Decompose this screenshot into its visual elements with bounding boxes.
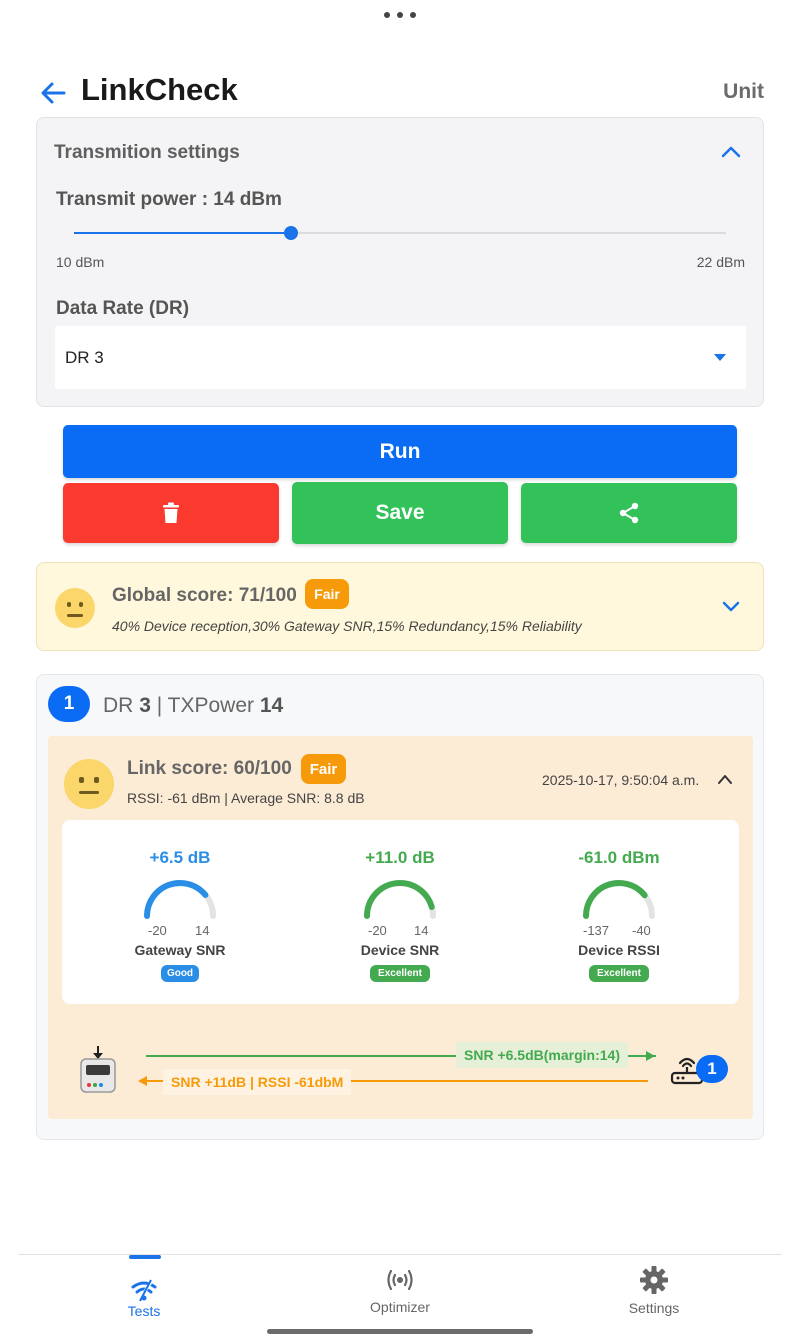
neutral-face-icon [64, 759, 114, 809]
txpower-prefix: TXPower [167, 694, 255, 717]
gauge-max-label: -40 [632, 923, 651, 938]
gauge-value-arc [144, 880, 209, 919]
transmit-power-label: Transmit power : 14 dBm [56, 189, 282, 210]
transmit-power-slider[interactable] [74, 226, 726, 240]
test-result-card: 1 DR 3 | TXPower 14 Link score: 60/100 F… [36, 674, 764, 1140]
gauge-device-snr: +11.0 dB -20 14 Device SNR Excellent [300, 820, 500, 1004]
neutral-face-icon [55, 588, 95, 628]
test-title: DR 3 | TXPower 14 [103, 694, 283, 718]
gauge-gateway-snr: +6.5 dB -20 14 Gateway SNR Good [80, 820, 280, 1004]
gauge-track [364, 880, 436, 919]
bottom-navigation: Tests Optimizer Settings [18, 1254, 782, 1340]
active-tab-indicator [129, 1255, 161, 1259]
transmission-settings-card: Transmition settings Transmit power : 14… [36, 117, 764, 407]
gateway-count-badge: 1 [696, 1055, 728, 1083]
slider-min-label: 10 dBm [56, 254, 105, 270]
chevron-down-icon[interactable] [721, 599, 741, 615]
data-rate-label: Data Rate (DR) [56, 298, 190, 319]
delete-button[interactable] [63, 483, 279, 543]
dr-prefix: DR [103, 694, 134, 717]
gauge-badge: Excellent [589, 965, 649, 982]
gauge-min-label: -137 [583, 923, 610, 938]
gauge-value-arc [364, 880, 435, 919]
share-icon [619, 502, 639, 524]
nav-label: Optimizer [370, 1299, 430, 1315]
caret-down-icon [714, 354, 726, 361]
end-device-icon [80, 1046, 116, 1093]
gauge-min-label: -20 [148, 923, 167, 938]
nav-tab-tests[interactable]: Tests [64, 1255, 224, 1335]
downlink-label: SNR +11dB | RSSI -61dbM [163, 1069, 352, 1095]
data-rate-select[interactable]: DR 3 [55, 326, 746, 389]
test-number-badge: 1 [48, 686, 90, 722]
data-rate-value: DR 3 [65, 348, 104, 367]
link-score-badge: Fair [301, 754, 346, 784]
gauge-label: Device SNR [360, 942, 440, 958]
broadcast-icon [387, 1269, 413, 1291]
dr-value: 3 [139, 694, 151, 717]
gauge-arc [364, 880, 436, 919]
nav-label: Settings [628, 1300, 680, 1316]
global-score-card[interactable]: Global score: 71/100 Fair 40% Device rec… [36, 562, 764, 651]
gauge-label: Gateway SNR [134, 942, 226, 958]
link-summary: RSSI: -61 dBm | Average SNR: 8.8 dB [127, 790, 365, 806]
gauge-value-arc [583, 880, 648, 919]
save-button[interactable]: Save [292, 482, 508, 544]
gear-icon [640, 1266, 668, 1294]
uplink-label: SNR +6.5dB(margin:14) [456, 1042, 628, 1068]
back-arrow-icon[interactable] [38, 78, 68, 108]
chevron-up-icon[interactable] [719, 142, 743, 162]
wifi-signal-icon [131, 1278, 157, 1303]
gauge-badge: Excellent [370, 965, 430, 982]
gauge-arc [144, 880, 216, 919]
nav-label: Tests [127, 1303, 161, 1319]
unit-button[interactable]: Unit [723, 80, 764, 104]
gauge-arc [583, 880, 655, 919]
link-score-text: Link score: 60/100 [127, 758, 292, 779]
slider-fill [74, 232, 292, 234]
gauge-value: +6.5 dB [149, 848, 211, 867]
title-separator: | [156, 694, 163, 717]
settings-title: Transmition settings [54, 142, 240, 163]
gauge-badge: Good [161, 965, 199, 982]
page-title: LinkCheck [81, 72, 238, 107]
trash-icon [163, 502, 179, 523]
gauge-device-rssi: -61.0 dBm -137 -40 Device RSSI Excellent [519, 820, 719, 1004]
global-score-badge: Fair [305, 579, 349, 609]
gauge-label: Device RSSI [578, 942, 660, 958]
gauge-min-label: -20 [368, 923, 387, 938]
nav-tab-settings[interactable]: Settings [574, 1255, 734, 1335]
global-score-text: Global score: 71/100 [112, 585, 297, 606]
gauges-panel: +6.5 dB -20 14 Gateway SNR Good +11.0 dB… [62, 820, 739, 1004]
gauge-value: -61.0 dBm [578, 848, 660, 867]
gauge-max-label: 14 [195, 923, 210, 938]
link-score-card: Link score: 60/100 Fair RSSI: -61 dBm | … [48, 736, 753, 1119]
share-button[interactable] [521, 483, 737, 543]
arrow-left-icon [138, 1076, 147, 1086]
txpower-value: 14 [259, 694, 284, 717]
more-options-icon[interactable] [384, 12, 416, 20]
run-button[interactable]: Run [63, 425, 737, 478]
gauge-max-label: 14 [414, 923, 429, 938]
gauge-track [144, 880, 216, 919]
link-timestamp: 2025-10-17, 9:50:04 a.m. [542, 772, 700, 788]
slider-thumb[interactable] [284, 226, 299, 240]
gauge-value: +11.0 dB [365, 848, 435, 867]
arrow-right-icon [646, 1051, 655, 1061]
home-indicator[interactable] [267, 1329, 533, 1334]
global-score-description: 40% Device reception,30% Gateway SNR,15%… [112, 618, 582, 634]
chevron-up-icon[interactable] [716, 772, 734, 786]
nav-tab-optimizer[interactable]: Optimizer [320, 1255, 480, 1335]
gauge-track [583, 880, 655, 919]
slider-max-label: 22 dBm [696, 254, 745, 270]
